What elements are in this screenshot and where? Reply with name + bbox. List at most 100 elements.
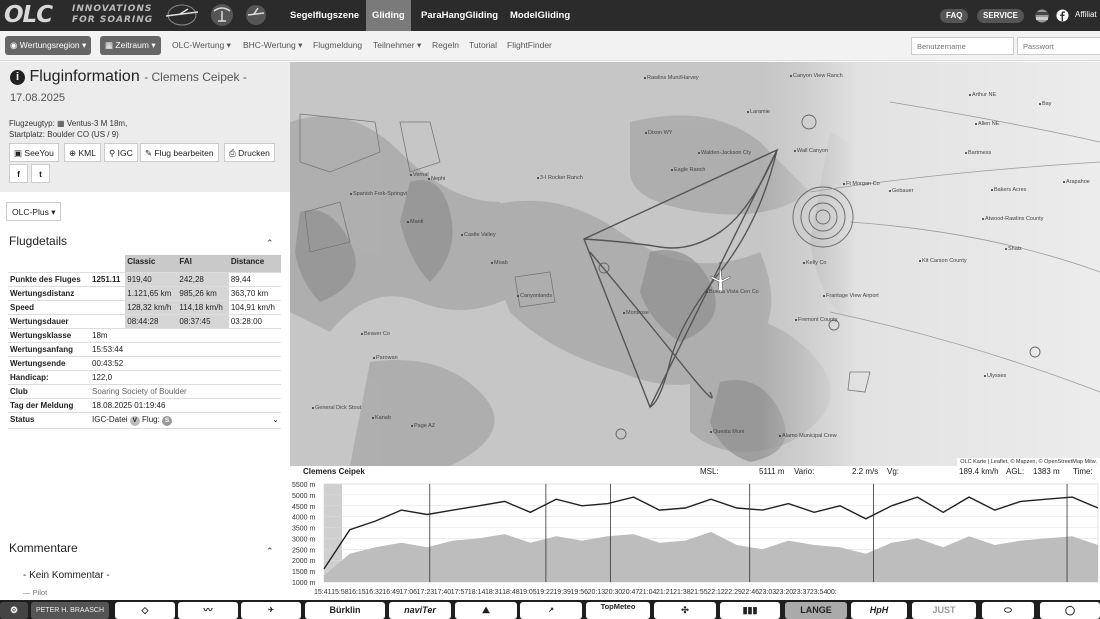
nav-tutorial[interactable]: Tutorial [469, 40, 497, 50]
sponsor-lange[interactable]: LANGE [785, 602, 847, 619]
twitter-share-button[interactable]: t [31, 164, 50, 183]
x-tick-label: 16:49 [382, 589, 400, 596]
nav-flugmeldung[interactable]: Flugmeldung [313, 40, 362, 50]
sponsor-mountain-icon[interactable]: ⛰ [455, 602, 517, 619]
city-label: Arthur NE [972, 92, 997, 98]
password-input[interactable] [1017, 37, 1100, 55]
x-tick-label: 00: [827, 589, 837, 596]
sponsor-hph[interactable]: HpH [851, 602, 907, 619]
collapse-chevron-icon[interactable]: ⌃ [266, 546, 274, 557]
city-label: Dixon WY [648, 130, 673, 136]
nav-segelflugszene[interactable]: Segelflugszene [284, 0, 365, 31]
sponsor-circle-icon[interactable]: ◯ [1040, 602, 1100, 619]
city-marker-icon [517, 295, 519, 297]
barogram-pilot: Clemens Ceipek [303, 467, 365, 476]
city-label: Ft Morgan Co [846, 181, 880, 187]
city-label: Questa Muni [713, 429, 745, 435]
city-marker-icon [671, 169, 673, 171]
comment-author: — Pilot [23, 588, 48, 597]
y-tick-label: 2500 m [292, 547, 316, 554]
table-row: Tag der Meldung 18.08.2025 01:19:46 [8, 398, 281, 413]
nav-flightfinder[interactable]: FlightFinder [507, 40, 552, 50]
x-tick-label: 23:03 [759, 589, 777, 596]
nav-teilnehmer[interactable]: Teilnehmer ▾ [373, 40, 421, 51]
sponsor-braasch[interactable]: PETER H. BRAASCH [31, 602, 109, 619]
status-cell: IGC-Datei V Flug: S ⌄ [90, 412, 281, 429]
nav-modelgliding[interactable]: ModelGliding [504, 0, 576, 31]
language-flag-icon[interactable] [1035, 9, 1049, 23]
sponsor-swoosh-icon[interactable]: ↗ [520, 602, 582, 619]
nav-olc-wertung[interactable]: OLC-Wertung ▾ [172, 40, 231, 51]
facebook-icon[interactable] [1056, 9, 1069, 22]
city-label: Vernal [413, 172, 429, 178]
city-marker-icon [411, 425, 413, 427]
olc-logo[interactable]: OLC [4, 2, 68, 29]
collapse-chevron-icon[interactable]: ⌃ [266, 238, 274, 249]
map-attribution[interactable]: OLC Karte | Leaflet, © Mapzen, © OpenStr… [957, 458, 1100, 466]
sponsor-topmeteo[interactable]: TopMeteo [586, 602, 650, 619]
print-button[interactable]: ⎙ Drucken [224, 143, 275, 162]
map-pin-icon: ⚲ [109, 148, 118, 158]
x-tick-label: 22:46 [742, 589, 760, 596]
faq-button[interactable]: FAQ [940, 9, 969, 23]
city-marker-icon [823, 295, 825, 297]
verified-badge: V [129, 415, 140, 426]
city-marker-icon [889, 190, 891, 192]
nav-bhc-wertung[interactable]: BHC-Wertung ▾ [243, 40, 302, 51]
x-tick-label: 20:13 [588, 589, 606, 596]
olc-plus-dropdown[interactable]: OLC-Plus ▾ [6, 202, 62, 221]
city-label: General Dick Stout [315, 405, 362, 411]
city-label: Rawlins Muni/Harvey [647, 75, 699, 81]
city-marker-icon [706, 291, 708, 293]
msl-label: MSL: [700, 467, 719, 476]
city-label: Ulysses [987, 373, 1007, 379]
nav-regeln[interactable]: Regeln [432, 40, 459, 50]
affiliate-link[interactable]: Affiliat [1075, 10, 1097, 19]
club-link[interactable]: Soaring Society of Boulder [90, 384, 281, 399]
nav-gliding[interactable]: Gliding [366, 0, 411, 31]
service-button[interactable]: SERVICE [977, 9, 1024, 23]
x-tick-label: 23:54 [810, 589, 828, 596]
expand-chevron-icon[interactable]: ⌄ [272, 415, 279, 424]
city-marker-icon [969, 94, 971, 96]
zeitraum-button[interactable]: ▦ Zeitraum ▾ [100, 36, 161, 55]
glider-emblem-icon [165, 4, 199, 26]
city-label: Manti [410, 219, 424, 225]
sponsor-naviter[interactable]: naviTer [389, 602, 451, 619]
city-marker-icon [623, 312, 625, 314]
seeyou-button[interactable]: ▣ SeeYou [9, 143, 59, 162]
kml-button[interactable]: ⊕ KML [64, 143, 101, 162]
city-label: Buena Vista Cen Co [709, 289, 759, 295]
sponsor-iml-icon[interactable]: ▮▮▮ [720, 602, 780, 619]
time-label: Time: [1073, 467, 1093, 476]
sponsor-oval-icon[interactable]: ⬭ [982, 602, 1034, 619]
flight-map[interactable]: Rawlins Muni/Harvey Laramie Canyon View Ra… [290, 62, 1100, 466]
empty-header [8, 255, 90, 273]
agl-value: 1383 m [1033, 467, 1060, 476]
barogram-chart[interactable]: 5500 m 5000 m 4500 m 4000 m 3500 m 3000 m 2500… [290, 478, 1100, 600]
barogram-panel[interactable]: Clemens Ceipek MSL: 5111 m Vario: 2.2 m/… [290, 466, 1100, 600]
sponsor-logo-icon[interactable]: ⚙ [0, 602, 28, 619]
x-tick-label: 15:58 [331, 589, 349, 596]
empty-header [90, 255, 126, 273]
city-label: Castle Valley [464, 232, 496, 238]
nav-parahanggliding[interactable]: ParaHangGliding [415, 0, 504, 31]
igc-button[interactable]: ⚲ IGC [104, 143, 138, 162]
sponsor-propeller-icon[interactable]: ✣ [654, 602, 716, 619]
sponsor-diamond-icon[interactable]: ◇ [115, 602, 175, 619]
city-marker-icon [982, 218, 984, 220]
sponsor-just[interactable]: JUST [912, 602, 976, 619]
facebook-share-button[interactable]: f [9, 164, 28, 183]
sponsor-burklin[interactable]: Bürklin [305, 602, 385, 619]
sponsor-wings-icon[interactable]: 〰 [178, 602, 238, 619]
username-input[interactable] [911, 37, 1014, 55]
vg-value: 189.4 km/h [959, 467, 999, 476]
sponsor-glider-icon[interactable]: ✈ [241, 602, 301, 619]
wertungsregion-button[interactable]: ◉ Wertungsregion ▾ [5, 36, 92, 55]
city-label: Wall Canyon [797, 148, 828, 154]
x-tick-label: 15:41 [314, 589, 332, 596]
tagline-line-2: FOR SOARING [72, 15, 154, 25]
city-marker-icon [794, 150, 796, 152]
table-row: Wertungsklasse 18m [8, 328, 281, 343]
edit-flight-button[interactable]: ✎ Flug bearbeiten [140, 143, 219, 162]
